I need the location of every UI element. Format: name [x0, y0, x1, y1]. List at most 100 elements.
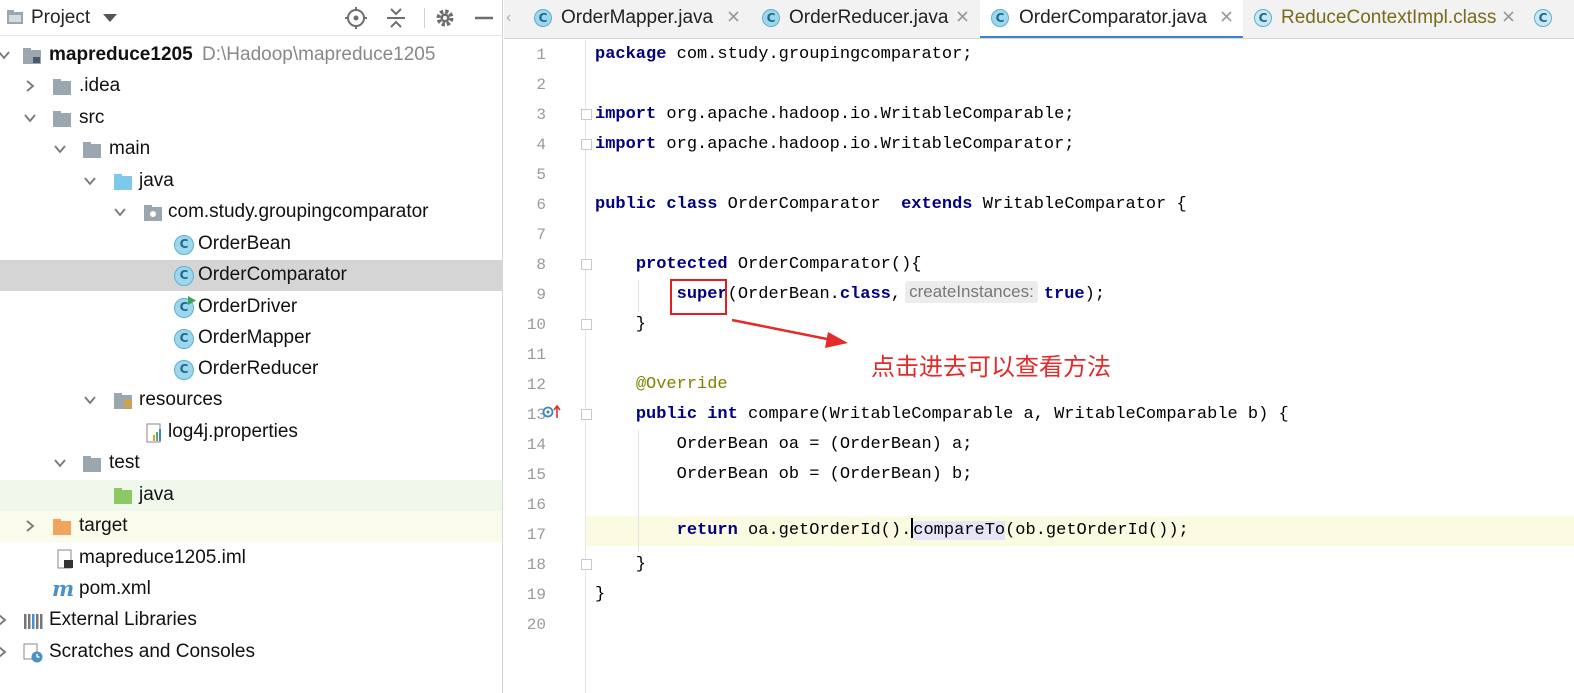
tree-item-target[interactable]: target [0, 511, 502, 542]
implements-method-icon[interactable] [542, 404, 562, 420]
fold-marker-icon[interactable] [581, 139, 592, 150]
project-panel-title[interactable]: Project [31, 7, 90, 29]
resources-folder-icon [114, 393, 132, 409]
fold-marker-icon[interactable] [581, 259, 592, 270]
close-icon[interactable] [727, 10, 740, 23]
tree-item-label: target [79, 515, 128, 536]
tab-label: OrderComparator.java [1019, 7, 1207, 28]
tree-item-java-main[interactable]: java [0, 166, 502, 197]
tree-item-resources[interactable]: resources [0, 385, 502, 416]
tree-item-ordercomparator[interactable]: C OrderComparator [0, 260, 502, 291]
line-number: 2 [536, 76, 546, 94]
test-source-folder-icon [114, 488, 132, 504]
tree-item-pom[interactable]: m pom.xml [0, 574, 502, 605]
line-number: 10 [526, 316, 546, 334]
tab-ordermapper[interactable]: C OrderMapper.java [534, 0, 760, 38]
line-number: 7 [536, 226, 546, 244]
tree-item-scratches[interactable]: Scratches and Consoles [0, 637, 502, 668]
chevron-down-icon[interactable] [84, 394, 96, 406]
tree-item-label: OrderMapper [198, 327, 311, 348]
tree-item-label: OrderReducer [198, 358, 319, 379]
close-icon[interactable] [956, 10, 969, 23]
tab-label: OrderMapper.java [561, 7, 714, 28]
fold-marker-icon[interactable] [581, 409, 592, 420]
tab-orderreducer[interactable]: C OrderReducer.java [762, 0, 976, 38]
class-icon: C [174, 329, 194, 349]
tree-item-orderdriver[interactable]: C OrderDriver [0, 292, 502, 323]
chevron-right-icon[interactable] [24, 80, 36, 92]
fold-marker-icon[interactable] [581, 319, 592, 330]
tree-item-label: src [79, 107, 105, 128]
tree-item-label: mapreduce1205.iml [79, 547, 246, 568]
tree-item-java-test[interactable]: java [0, 480, 502, 511]
package-icon [144, 205, 162, 221]
chevron-down-icon[interactable] [54, 457, 66, 469]
annotation-arrow [731, 318, 848, 348]
code-line-19: } [595, 585, 606, 604]
line-number: 17 [526, 526, 546, 544]
chevron-down-icon[interactable] [84, 175, 96, 187]
fold-marker-icon[interactable] [581, 109, 592, 120]
editor-tab-bar: ‹ C OrderMapper.java C OrderReducer.java… [504, 0, 1574, 39]
tree-item-label: OrderDriver [198, 296, 298, 317]
tree-item-src[interactable]: src [0, 103, 502, 134]
tree-item-label: mapreduce1205 [49, 44, 193, 65]
tab-scroll-left-icon[interactable]: ‹ [506, 9, 511, 27]
tree-item-iml[interactable]: mapreduce1205.iml [0, 543, 502, 574]
tree-item-orderbean[interactable]: C OrderBean [0, 229, 502, 260]
highlight-box [670, 279, 727, 315]
class-icon: C [174, 235, 194, 255]
chevron-down-icon[interactable] [103, 14, 117, 22]
tree-item-orderreducer[interactable]: C OrderReducer [0, 354, 502, 385]
line-number: 20 [526, 616, 546, 634]
tab-ordercomparator[interactable]: C OrderComparator.java [980, 0, 1243, 38]
class-icon: C [534, 9, 552, 27]
class-icon: C [762, 9, 780, 27]
gear-icon[interactable] [432, 6, 458, 30]
code-line-17: return oa.getOrderId(). compareTo(ob.getO… [595, 516, 1189, 546]
maven-icon: m [52, 576, 75, 601]
tab-reducecontextimpl[interactable]: C ReduceContextImpl.class [1254, 0, 1516, 38]
chevron-right-icon[interactable] [0, 646, 8, 658]
tab-label: OrderReducer.java [789, 7, 949, 28]
line-number: 14 [526, 436, 546, 454]
line-number: 11 [526, 346, 546, 364]
tree-item-main[interactable]: main [0, 134, 502, 165]
tree-item-label: com.study.groupingcomparator [168, 201, 429, 222]
line-number: 3 [536, 106, 546, 124]
tree-item-test[interactable]: test [0, 448, 502, 479]
project-panel-header: Project [0, 0, 502, 36]
chevron-down-icon[interactable] [114, 206, 126, 218]
tree-item-package[interactable]: com.study.groupingcomparator [0, 197, 502, 228]
chevron-down-icon[interactable] [0, 49, 10, 61]
class-icon: C [991, 9, 1009, 27]
compiled-class-icon: C [1254, 9, 1272, 27]
code-line-1: package com.study.groupingcomparator; [595, 45, 973, 64]
tree-item-project-root[interactable]: mapreduce1205 D:\Hadoop\mapreduce1205 [0, 40, 502, 71]
code-editor[interactable]: 1 2 3 4 5 6 7 8 9 10 11 12 13 14 15 16 1… [504, 40, 1574, 693]
chevron-down-icon[interactable] [54, 143, 66, 155]
chevron-down-icon[interactable] [24, 112, 36, 124]
libraries-icon [24, 614, 43, 629]
tree-item-label: test [109, 452, 140, 473]
class-icon: C [174, 266, 194, 286]
tab-truncated[interactable]: C [1534, 0, 1574, 38]
folder-icon [53, 79, 71, 95]
code-line-8: protected OrderComparator(){ [635, 255, 922, 274]
close-icon[interactable] [1220, 10, 1233, 23]
tree-item-label: java [139, 170, 174, 191]
tree-item-log4j[interactable]: log4j.properties [0, 417, 502, 448]
tree-item-idea[interactable]: .idea [0, 71, 502, 102]
hide-panel-icon[interactable] [471, 6, 497, 30]
locate-file-icon[interactable] [343, 6, 369, 30]
tree-item-label: External Libraries [49, 609, 197, 630]
tree-item-label: .idea [79, 75, 121, 96]
tree-item-external-libraries[interactable]: External Libraries [0, 605, 502, 636]
tree-item-ordermapper[interactable]: C OrderMapper [0, 323, 502, 354]
collapse-all-icon[interactable] [383, 6, 409, 30]
fold-marker-icon[interactable] [581, 559, 592, 570]
chevron-right-icon[interactable] [24, 520, 36, 532]
chevron-right-icon[interactable] [0, 614, 8, 626]
close-icon[interactable] [1502, 10, 1515, 23]
parameter-hint: createInstances: [905, 281, 1038, 303]
